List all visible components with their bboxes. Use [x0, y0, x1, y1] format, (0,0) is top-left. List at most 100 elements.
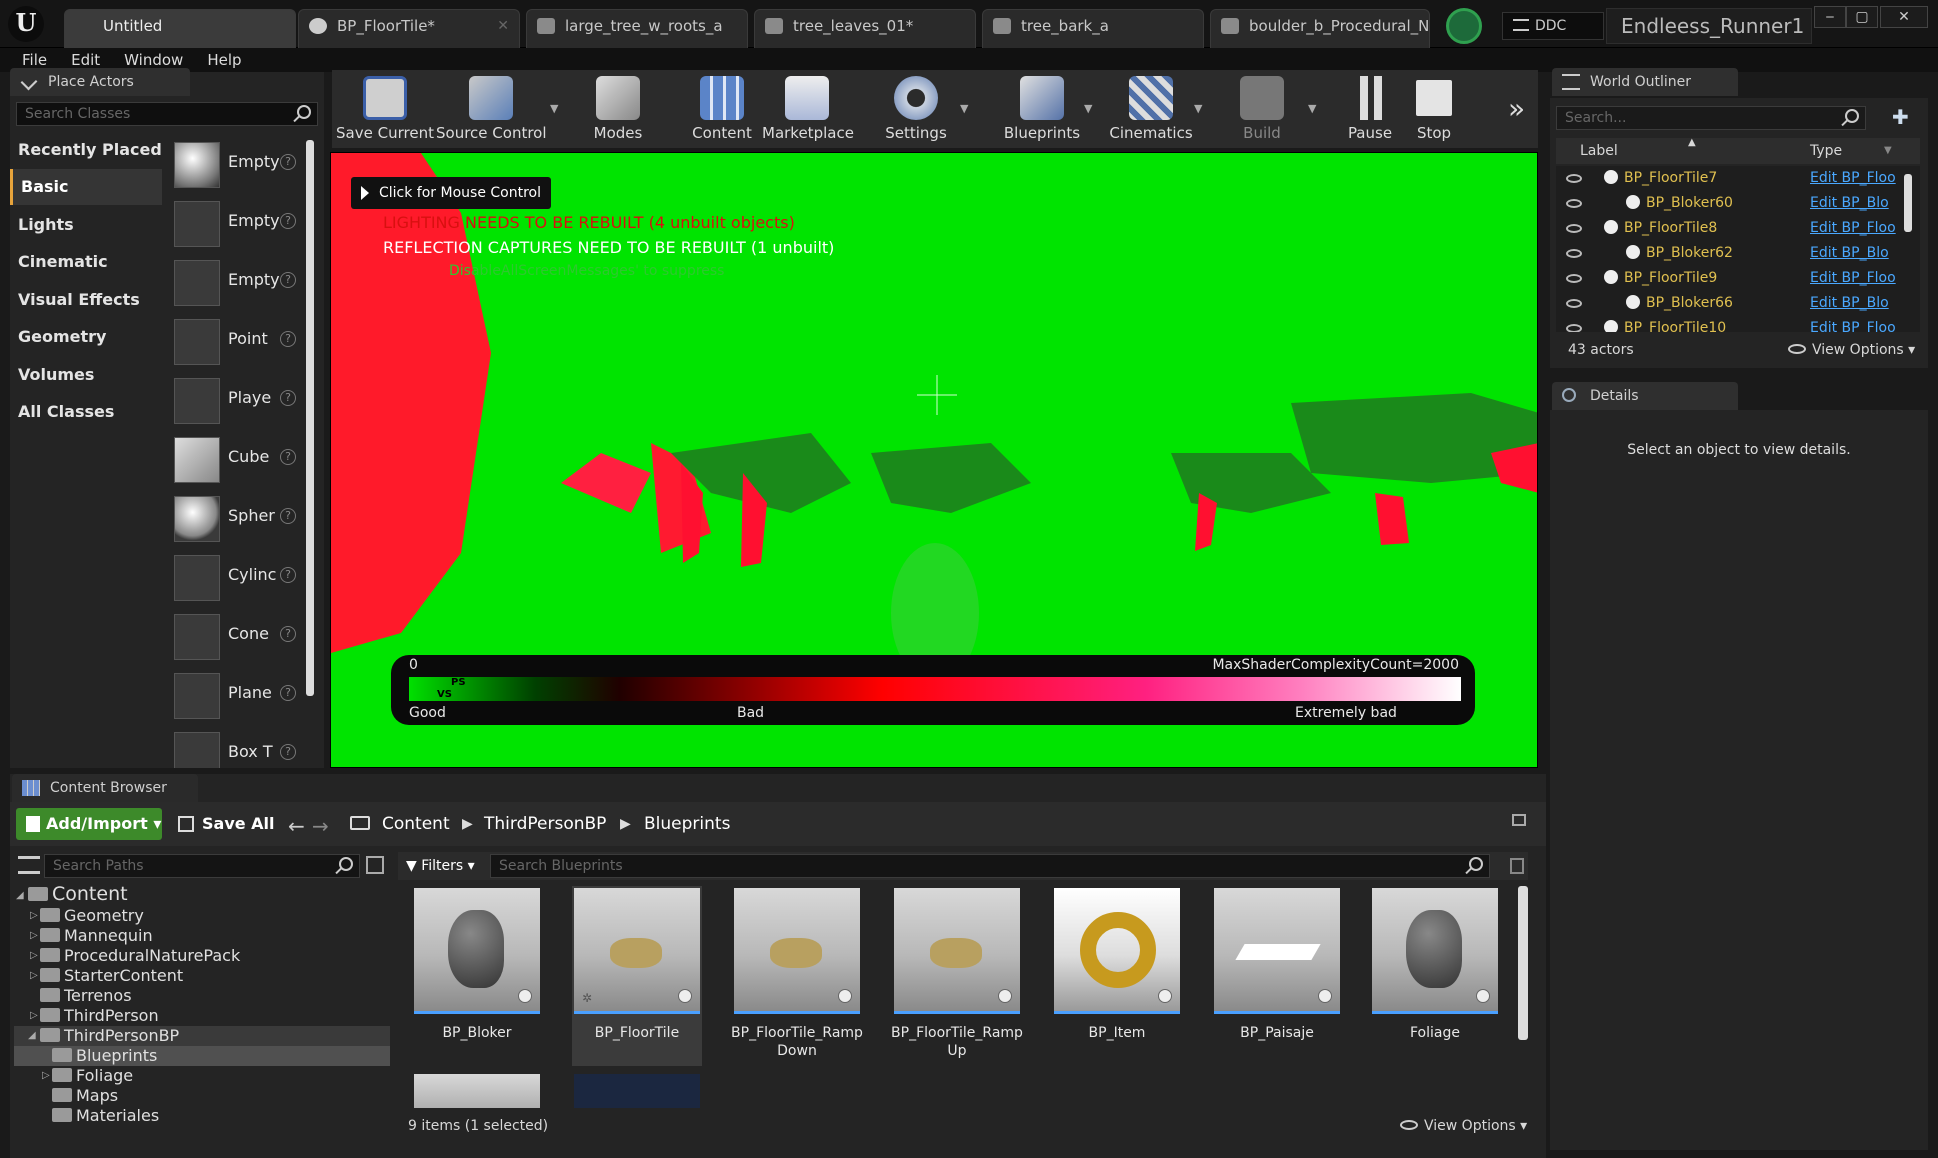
help-icon[interactable]: ?: [280, 213, 296, 229]
help-icon[interactable]: ?: [280, 449, 296, 465]
visibility-eye-icon[interactable]: [1566, 274, 1582, 283]
help-icon[interactable]: ?: [280, 744, 296, 760]
mouse-control-hint[interactable]: Click for Mouse Control: [351, 177, 551, 209]
breadcrumb-thirdpersonbp[interactable]: ThirdPersonBP: [484, 808, 606, 840]
save-all-button[interactable]: Save All: [176, 808, 275, 840]
breadcrumb-content[interactable]: Content: [382, 808, 450, 840]
visibility-eye-icon[interactable]: [1566, 224, 1582, 233]
source-control-status-icon[interactable]: [1446, 8, 1482, 44]
doc-tab-large-tree[interactable]: large_tree_w_roots_a: [526, 9, 748, 48]
tree-item-maps[interactable]: Maps: [42, 1086, 118, 1106]
asset-tile[interactable]: BP_Paisaje: [1212, 886, 1342, 1066]
outliner-view-options[interactable]: View Options ▾: [1788, 336, 1915, 364]
tree-item-startercontent[interactable]: ▷ StarterContent: [30, 966, 183, 986]
search-classes-input[interactable]: Search Classes: [16, 102, 318, 126]
outliner-row[interactable]: BP_FloorTile10 Edit BP_Floo: [1556, 316, 1920, 332]
asset-scrollbar[interactable]: [1518, 886, 1528, 1040]
pause-button[interactable]: Pause: [1338, 70, 1402, 148]
category-lights[interactable]: Lights: [10, 207, 162, 243]
maximize-button[interactable]: ▢: [1846, 6, 1878, 28]
level-viewport[interactable]: Click for Mouse Control LIGHTING NEEDS T…: [330, 152, 1538, 768]
actor-item[interactable]: Cone?: [172, 610, 300, 664]
modes-button[interactable]: Modes: [578, 70, 658, 148]
expanded-arrow-icon[interactable]: ◢: [16, 886, 24, 906]
expanded-arrow-icon[interactable]: ◢: [28, 1026, 36, 1046]
doc-tab-untitled[interactable]: Untitled: [64, 9, 296, 48]
breadcrumb-blueprints[interactable]: Blueprints: [644, 808, 730, 840]
outliner-row[interactable]: BP_FloorTile9 Edit BP_Floo: [1556, 266, 1920, 291]
unreal-logo-icon[interactable]: U: [8, 6, 44, 42]
collapsed-arrow-icon[interactable]: ▷: [30, 926, 38, 946]
filters-button[interactable]: ▼ Filters ▾: [406, 854, 475, 878]
add-import-button[interactable]: Add/Import ▾: [16, 808, 162, 840]
category-geometry[interactable]: Geometry: [10, 319, 162, 355]
tree-item-geometry[interactable]: ▷ Geometry: [30, 906, 144, 926]
ddc-indicator[interactable]: DDC: [1502, 12, 1604, 40]
asset-tile[interactable]: BP_Bloker: [412, 886, 542, 1066]
asset-tile[interactable]: ✲ BP_FloorTile: [572, 886, 702, 1066]
outliner-row[interactable]: BP_FloorTile8 Edit BP_Floo: [1556, 216, 1920, 241]
build-dropdown[interactable]: ▼: [1308, 102, 1316, 115]
collapsed-arrow-icon[interactable]: ▷: [30, 1006, 38, 1026]
asset-tile[interactable]: BP_FloorTile_Ramp Up: [891, 886, 1023, 1066]
close-window-button[interactable]: ✕: [1880, 6, 1928, 28]
build-button[interactable]: Build: [1220, 70, 1304, 148]
content-browser-tab[interactable]: Content Browser: [12, 774, 198, 802]
actor-item[interactable]: Empty?: [172, 138, 300, 192]
outliner-row[interactable]: BP_Bloker60 Edit BP_Blo: [1556, 191, 1920, 216]
actor-item[interactable]: Plane?: [172, 669, 300, 723]
actor-item[interactable]: Box T?: [172, 728, 300, 768]
doc-tab-tree-leaves[interactable]: tree_leaves_01*: [754, 9, 976, 48]
actor-item[interactable]: Spher?: [172, 492, 300, 546]
help-icon[interactable]: ?: [280, 331, 296, 347]
outliner-row[interactable]: BP_Bloker62 Edit BP_Blo: [1556, 241, 1920, 266]
settings-button[interactable]: Settings: [874, 70, 958, 148]
tree-item-proceduralnaturepack[interactable]: ▷ ProceduralNaturePack: [30, 946, 240, 966]
asset-thumbnail-partial[interactable]: [414, 1074, 540, 1108]
back-arrow-icon[interactable]: ←: [288, 814, 305, 838]
blueprints-button[interactable]: Blueprints: [994, 70, 1090, 148]
actor-item[interactable]: Cube?: [172, 433, 300, 487]
tree-item-thirdperson[interactable]: ▷ ThirdPerson: [30, 1006, 159, 1026]
marketplace-button[interactable]: Marketplace: [762, 70, 854, 148]
asset-view-options[interactable]: View Options ▾: [1400, 1112, 1527, 1140]
world-outliner-tab[interactable]: World Outliner: [1552, 68, 1738, 96]
visibility-eye-icon[interactable]: [1566, 324, 1582, 332]
col-label[interactable]: Label: [1580, 138, 1618, 164]
col-type-dropdown-icon[interactable]: ▼: [1884, 138, 1892, 164]
edit-blueprint-link[interactable]: Edit BP_Floo: [1810, 316, 1902, 332]
edit-blueprint-link[interactable]: Edit BP_Blo: [1810, 241, 1902, 266]
close-tab-icon[interactable]: ✕: [497, 10, 509, 42]
help-icon[interactable]: ?: [280, 154, 296, 170]
help-icon[interactable]: ?: [280, 272, 296, 288]
doc-tab-tree-bark[interactable]: tree_bark_a: [982, 9, 1204, 48]
category-volumes[interactable]: Volumes: [10, 357, 162, 393]
tree-item-mannequin[interactable]: ▷ Mannequin: [30, 926, 153, 946]
forward-arrow-icon[interactable]: →: [312, 814, 329, 838]
help-icon[interactable]: ?: [280, 567, 296, 583]
category-recently-placed[interactable]: Recently Placed: [10, 132, 162, 168]
actor-item[interactable]: Cylinc?: [172, 551, 300, 605]
collapsed-arrow-icon[interactable]: ▷: [30, 966, 38, 986]
outliner-row[interactable]: BP_FloorTile7 Edit BP_Floo: [1556, 166, 1920, 191]
asset-tile[interactable]: BP_Item: [1052, 886, 1182, 1066]
details-tab[interactable]: Details: [1552, 382, 1738, 410]
actor-item[interactable]: Empty?: [172, 197, 300, 251]
stop-button[interactable]: Stop: [1402, 70, 1466, 148]
cinematics-dropdown[interactable]: ▼: [1194, 102, 1202, 115]
visibility-eye-icon[interactable]: [1566, 174, 1582, 183]
toggle-sources-icon[interactable]: [18, 856, 40, 874]
edit-blueprint-link[interactable]: Edit BP_Floo: [1810, 216, 1902, 241]
place-actors-tab[interactable]: Place Actors: [10, 68, 190, 96]
add-actor-icon[interactable]: ✚: [1892, 107, 1912, 128]
help-icon[interactable]: ?: [280, 626, 296, 642]
doc-tab-boulder[interactable]: boulder_b_Procedural_N: [1210, 9, 1430, 48]
category-all-classes[interactable]: All Classes: [10, 394, 162, 430]
tree-item-content[interactable]: ◢ Content: [14, 884, 128, 904]
outliner-scrollbar[interactable]: [1904, 174, 1912, 232]
tree-item-foliage[interactable]: ▷ Foliage: [42, 1066, 133, 1086]
save-current-button[interactable]: Save Current: [336, 70, 434, 148]
help-icon[interactable]: ?: [280, 390, 296, 406]
collapsed-arrow-icon[interactable]: ▷: [30, 906, 38, 926]
blueprints-dropdown[interactable]: ▼: [1084, 102, 1092, 115]
